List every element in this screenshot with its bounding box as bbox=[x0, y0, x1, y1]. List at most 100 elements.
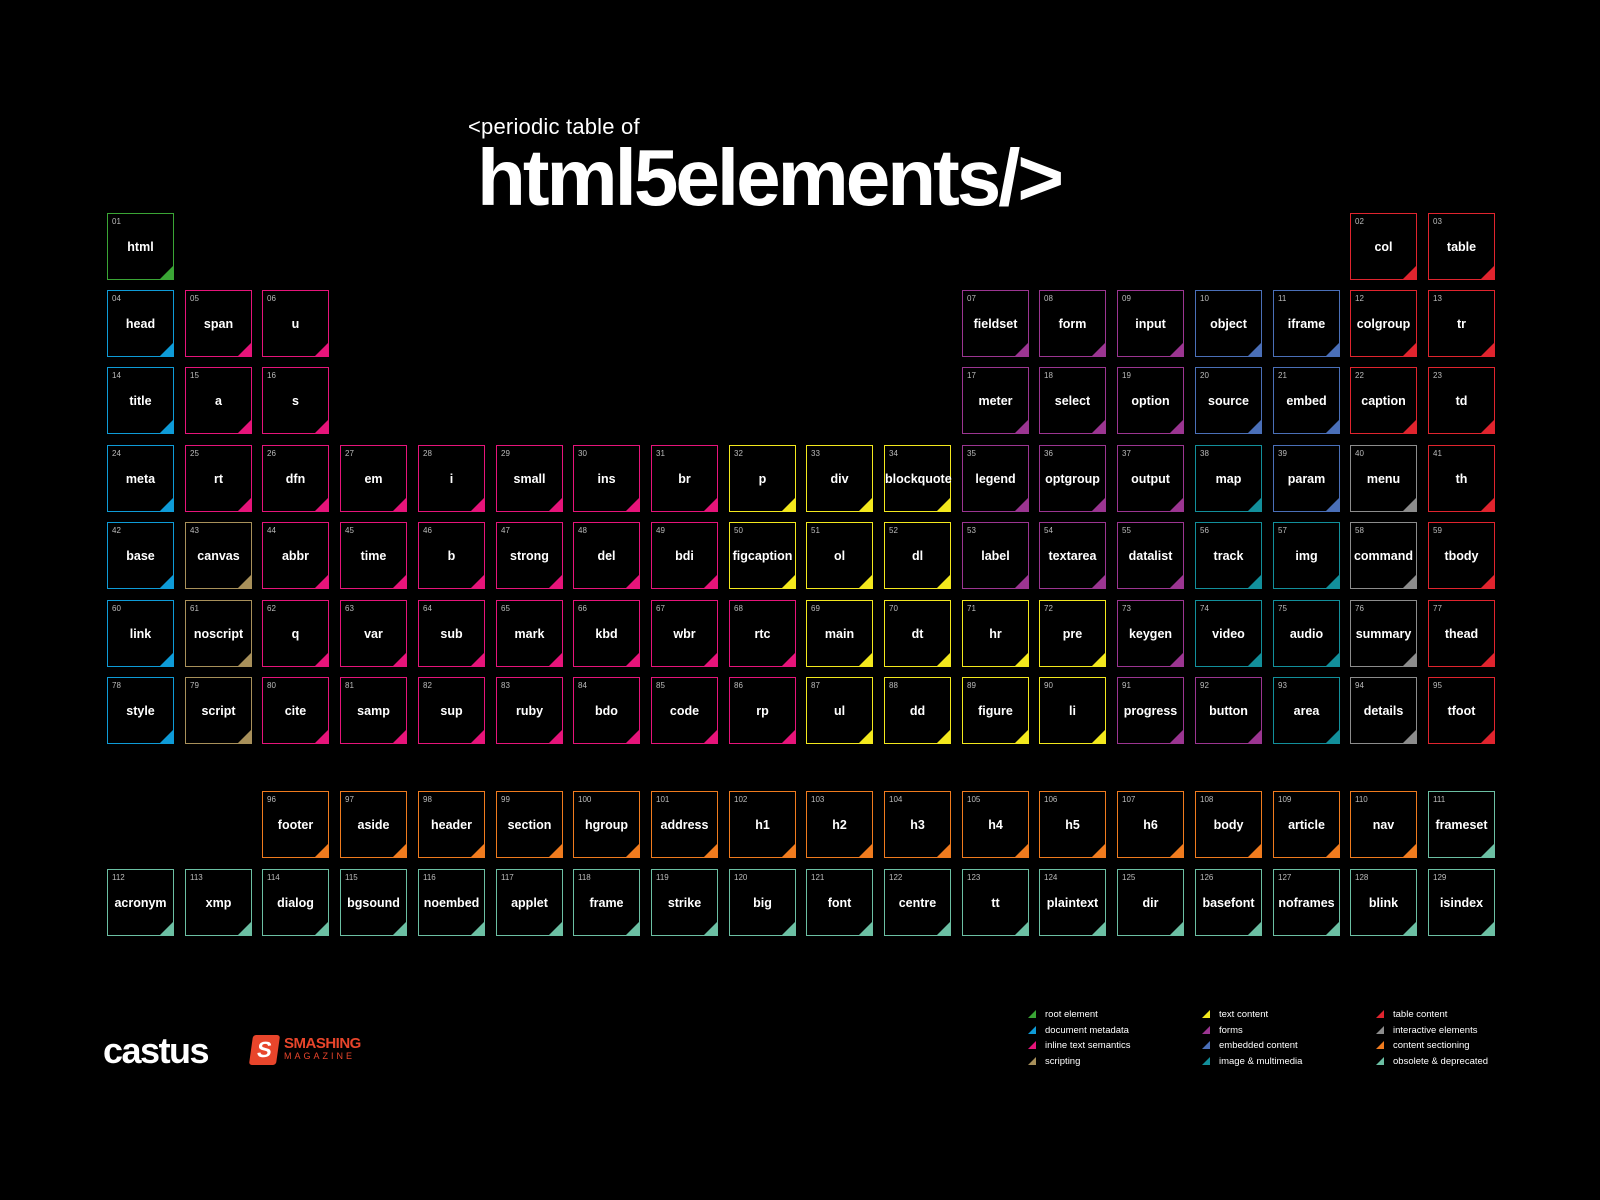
element-del[interactable]: 48 del bbox=[573, 522, 640, 589]
element-bdi[interactable]: 49 bdi bbox=[651, 522, 718, 589]
element-xmp[interactable]: 113 xmp bbox=[185, 869, 252, 936]
element-object[interactable]: 10 object bbox=[1195, 290, 1262, 357]
element-address[interactable]: 101 address bbox=[651, 791, 718, 858]
element-samp[interactable]: 81 samp bbox=[340, 677, 407, 744]
element-th[interactable]: 41 th bbox=[1428, 445, 1495, 512]
element-keygen[interactable]: 73 keygen bbox=[1117, 600, 1184, 667]
element-colgroup[interactable]: 12 colgroup bbox=[1350, 290, 1417, 357]
element-section[interactable]: 99 section bbox=[496, 791, 563, 858]
element-ul[interactable]: 87 ul bbox=[806, 677, 873, 744]
element-tbody[interactable]: 59 tbody bbox=[1428, 522, 1495, 589]
element-fieldset[interactable]: 07 fieldset bbox=[962, 290, 1029, 357]
element-param[interactable]: 39 param bbox=[1273, 445, 1340, 512]
element-rp[interactable]: 86 rp bbox=[729, 677, 796, 744]
element-kbd[interactable]: 66 kbd bbox=[573, 600, 640, 667]
element-span[interactable]: 05 span bbox=[185, 290, 252, 357]
element-style[interactable]: 78 style bbox=[107, 677, 174, 744]
element-noframes[interactable]: 127 noframes bbox=[1273, 869, 1340, 936]
element-tfoot[interactable]: 95 tfoot bbox=[1428, 677, 1495, 744]
element-ol[interactable]: 51 ol bbox=[806, 522, 873, 589]
element-strong[interactable]: 47 strong bbox=[496, 522, 563, 589]
element-td[interactable]: 23 td bbox=[1428, 367, 1495, 434]
element-hr[interactable]: 71 hr bbox=[962, 600, 1029, 667]
element-audio[interactable]: 75 audio bbox=[1273, 600, 1340, 667]
element-menu[interactable]: 40 menu bbox=[1350, 445, 1417, 512]
element-rt[interactable]: 25 rt bbox=[185, 445, 252, 512]
element-dir[interactable]: 125 dir bbox=[1117, 869, 1184, 936]
element-button[interactable]: 92 button bbox=[1195, 677, 1262, 744]
element-h3[interactable]: 104 h3 bbox=[884, 791, 951, 858]
element-optgroup[interactable]: 36 optgroup bbox=[1039, 445, 1106, 512]
element-meta[interactable]: 24 meta bbox=[107, 445, 174, 512]
element-figcaption[interactable]: 50 figcaption bbox=[729, 522, 796, 589]
element-em[interactable]: 27 em bbox=[340, 445, 407, 512]
element-s[interactable]: 16 s bbox=[262, 367, 329, 434]
element-select[interactable]: 18 select bbox=[1039, 367, 1106, 434]
element-dfn[interactable]: 26 dfn bbox=[262, 445, 329, 512]
element-table[interactable]: 03 table bbox=[1428, 213, 1495, 280]
element-embed[interactable]: 21 embed bbox=[1273, 367, 1340, 434]
element-meter[interactable]: 17 meter bbox=[962, 367, 1029, 434]
element-input[interactable]: 09 input bbox=[1117, 290, 1184, 357]
element-dd[interactable]: 88 dd bbox=[884, 677, 951, 744]
element-li[interactable]: 90 li bbox=[1039, 677, 1106, 744]
element-footer[interactable]: 96 footer bbox=[262, 791, 329, 858]
element-i[interactable]: 28 i bbox=[418, 445, 485, 512]
element-title[interactable]: 14 title bbox=[107, 367, 174, 434]
element-dl[interactable]: 52 dl bbox=[884, 522, 951, 589]
element-area[interactable]: 93 area bbox=[1273, 677, 1340, 744]
element-u[interactable]: 06 u bbox=[262, 290, 329, 357]
element-applet[interactable]: 117 applet bbox=[496, 869, 563, 936]
element-label[interactable]: 53 label bbox=[962, 522, 1029, 589]
element-var[interactable]: 63 var bbox=[340, 600, 407, 667]
element-tr[interactable]: 13 tr bbox=[1428, 290, 1495, 357]
element-dialog[interactable]: 114 dialog bbox=[262, 869, 329, 936]
element-output[interactable]: 37 output bbox=[1117, 445, 1184, 512]
element-blink[interactable]: 128 blink bbox=[1350, 869, 1417, 936]
element-rtc[interactable]: 68 rtc bbox=[729, 600, 796, 667]
element-form[interactable]: 08 form bbox=[1039, 290, 1106, 357]
element-br[interactable]: 31 br bbox=[651, 445, 718, 512]
element-summary[interactable]: 76 summary bbox=[1350, 600, 1417, 667]
element-frameset[interactable]: 111 frameset bbox=[1428, 791, 1495, 858]
element-bgsound[interactable]: 115 bgsound bbox=[340, 869, 407, 936]
element-img[interactable]: 57 img bbox=[1273, 522, 1340, 589]
element-ins[interactable]: 30 ins bbox=[573, 445, 640, 512]
element-mark[interactable]: 65 mark bbox=[496, 600, 563, 667]
element-source[interactable]: 20 source bbox=[1195, 367, 1262, 434]
element-big[interactable]: 120 big bbox=[729, 869, 796, 936]
element-h5[interactable]: 106 h5 bbox=[1039, 791, 1106, 858]
element-progress[interactable]: 91 progress bbox=[1117, 677, 1184, 744]
element-b[interactable]: 46 b bbox=[418, 522, 485, 589]
element-plaintext[interactable]: 124 plaintext bbox=[1039, 869, 1106, 936]
element-tt[interactable]: 123 tt bbox=[962, 869, 1029, 936]
element-ruby[interactable]: 83 ruby bbox=[496, 677, 563, 744]
element-body[interactable]: 108 body bbox=[1195, 791, 1262, 858]
element-option[interactable]: 19 option bbox=[1117, 367, 1184, 434]
element-h6[interactable]: 107 h6 bbox=[1117, 791, 1184, 858]
element-legend[interactable]: 35 legend bbox=[962, 445, 1029, 512]
element-sup[interactable]: 82 sup bbox=[418, 677, 485, 744]
element-bdo[interactable]: 84 bdo bbox=[573, 677, 640, 744]
element-div[interactable]: 33 div bbox=[806, 445, 873, 512]
element-base[interactable]: 42 base bbox=[107, 522, 174, 589]
element-caption[interactable]: 22 caption bbox=[1350, 367, 1417, 434]
element-abbr[interactable]: 44 abbr bbox=[262, 522, 329, 589]
element-datalist[interactable]: 55 datalist bbox=[1117, 522, 1184, 589]
element-pre[interactable]: 72 pre bbox=[1039, 600, 1106, 667]
element-main[interactable]: 69 main bbox=[806, 600, 873, 667]
element-nav[interactable]: 110 nav bbox=[1350, 791, 1417, 858]
element-isindex[interactable]: 129 isindex bbox=[1428, 869, 1495, 936]
element-strike[interactable]: 119 strike bbox=[651, 869, 718, 936]
element-a[interactable]: 15 a bbox=[185, 367, 252, 434]
element-noscript[interactable]: 61 noscript bbox=[185, 600, 252, 667]
element-textarea[interactable]: 54 textarea bbox=[1039, 522, 1106, 589]
element-noembed[interactable]: 116 noembed bbox=[418, 869, 485, 936]
element-script[interactable]: 79 script bbox=[185, 677, 252, 744]
element-aside[interactable]: 97 aside bbox=[340, 791, 407, 858]
element-code[interactable]: 85 code bbox=[651, 677, 718, 744]
element-time[interactable]: 45 time bbox=[340, 522, 407, 589]
element-h2[interactable]: 103 h2 bbox=[806, 791, 873, 858]
element-h4[interactable]: 105 h4 bbox=[962, 791, 1029, 858]
element-dt[interactable]: 70 dt bbox=[884, 600, 951, 667]
